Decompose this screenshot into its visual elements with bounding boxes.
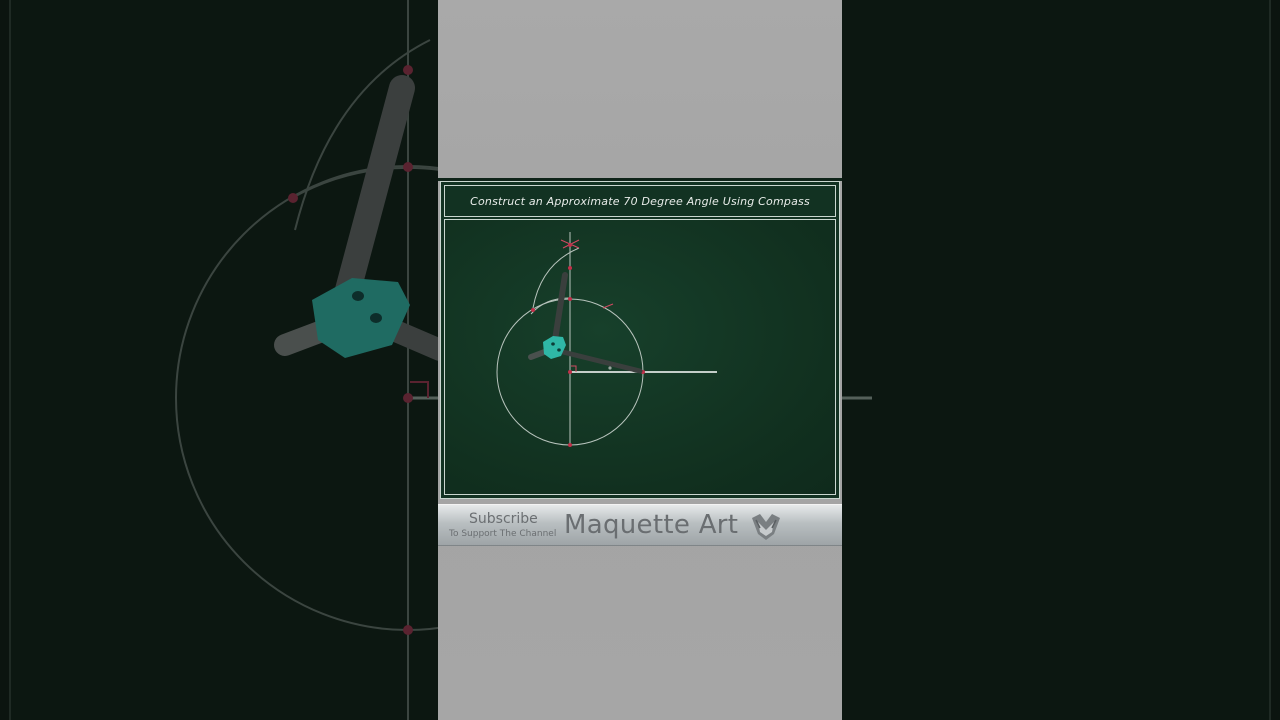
construction-canvas	[444, 219, 836, 495]
point-left	[531, 308, 535, 312]
subscribe-caption: To Support The Channel	[449, 529, 557, 539]
board-title: Construct an Approximate 70 Degree Angle…	[444, 185, 836, 217]
video-frame: Construct an Approximate 70 Degree Angle…	[0, 0, 1280, 720]
point-top	[568, 243, 572, 247]
brand-name: Maquette Art	[564, 510, 739, 540]
maquette-logo-icon	[752, 514, 780, 540]
subscribe-banner[interactable]: Subscribe To Support The Channel Maquett…	[438, 504, 842, 546]
arc-right-marker	[602, 303, 614, 309]
video-content-column: Construct an Approximate 70 Degree Angle…	[438, 0, 842, 720]
subscribe-label[interactable]: Subscribe	[469, 511, 538, 527]
angle-construction-drawing	[496, 232, 717, 447]
chalkboard: Construct an Approximate 70 Degree Angle…	[440, 181, 840, 499]
point-bottom	[568, 443, 572, 447]
point-upper-inner	[568, 266, 572, 270]
point-center	[568, 370, 572, 374]
point-upper	[568, 297, 572, 301]
